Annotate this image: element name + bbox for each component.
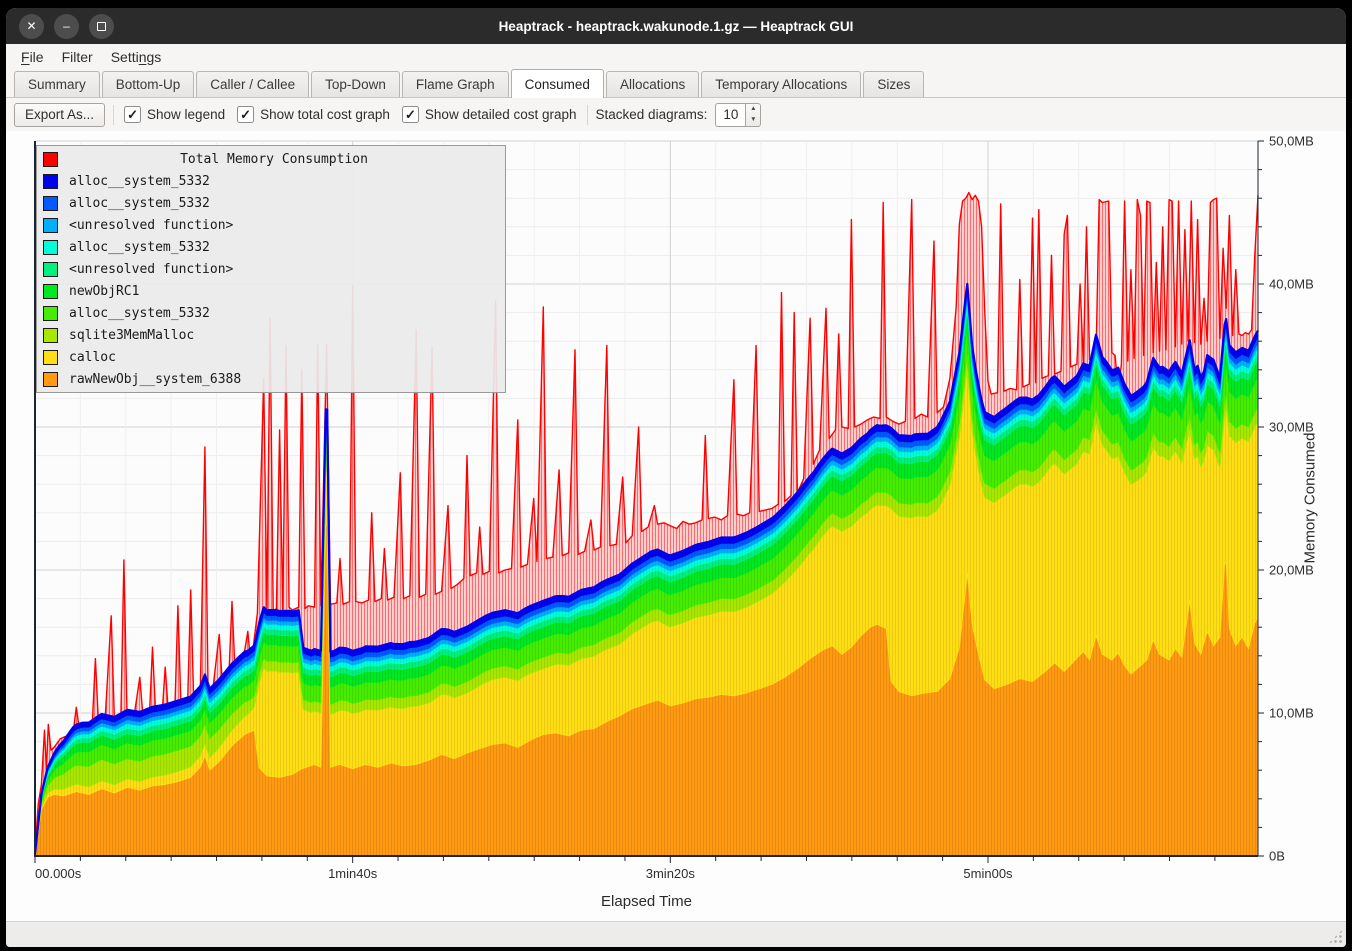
svg-text:1min40s: 1min40s bbox=[328, 866, 378, 881]
export-as-button[interactable]: Export As... bbox=[14, 103, 105, 127]
checkbox-label: Show legend bbox=[147, 107, 225, 122]
legend-label: alloc__system_5332 bbox=[69, 174, 210, 189]
close-icon: ✕ bbox=[26, 20, 36, 32]
legend-item: Total Memory Consumption bbox=[37, 148, 505, 170]
legend-item: <unresolved function> bbox=[37, 258, 505, 280]
legend-label: alloc__system_5332 bbox=[69, 306, 210, 321]
legend-swatch bbox=[43, 328, 58, 343]
tab-flame-graph[interactable]: Flame Graph bbox=[402, 71, 509, 97]
legend-swatch bbox=[43, 372, 58, 387]
legend-item: calloc bbox=[37, 346, 505, 368]
svg-text:20,0MB: 20,0MB bbox=[1269, 563, 1314, 578]
legend-item: sqlite3MemMalloc bbox=[37, 324, 505, 346]
statusbar bbox=[6, 921, 1346, 947]
y-axis-title: Memory Consumed bbox=[1302, 433, 1319, 564]
legend-label: sqlite3MemMalloc bbox=[69, 328, 194, 343]
chart-legend: Total Memory Consumption alloc__system_5… bbox=[36, 145, 506, 393]
checkbox-label: Show detailed cost graph bbox=[425, 107, 577, 122]
legend-swatch bbox=[43, 218, 58, 233]
stacked-diagrams-stepper[interactable]: 10 ▲ ▼ bbox=[715, 103, 761, 127]
stacked-diagrams-label: Stacked diagrams: bbox=[596, 107, 708, 122]
checkbox-checked-icon: ✓ bbox=[402, 106, 419, 123]
menu-file[interactable]: File bbox=[12, 47, 53, 67]
legend-item: alloc__system_5332 bbox=[37, 302, 505, 324]
tabbar: Summary Bottom-Up Caller / Callee Top-Do… bbox=[6, 69, 1346, 98]
legend-swatch bbox=[43, 174, 58, 189]
legend-label: newObjRC1 bbox=[69, 284, 139, 299]
toolbar: Export As... ✓ Show legend ✓ Show total … bbox=[6, 98, 1346, 131]
legend-swatch bbox=[43, 306, 58, 321]
tab-temporary-allocations[interactable]: Temporary Allocations bbox=[701, 71, 861, 97]
checkbox-checked-icon: ✓ bbox=[124, 106, 141, 123]
maximize-button[interactable] bbox=[89, 14, 114, 39]
checkbox-show-detailed-cost-graph[interactable]: ✓ Show detailed cost graph bbox=[400, 106, 579, 123]
legend-label: rawNewObj__system_6388 bbox=[69, 372, 241, 387]
checkbox-show-total-cost-graph[interactable]: ✓ Show total cost graph bbox=[235, 106, 392, 123]
spin-up-icon[interactable]: ▲ bbox=[746, 104, 760, 115]
memory-chart[interactable]: 00.000s 1min40s 3min20s 5min00s 0B 10,0MB 20,0… bbox=[6, 131, 1346, 921]
minimize-button[interactable]: – bbox=[54, 14, 79, 39]
stacked-diagrams-value[interactable]: 10 bbox=[715, 103, 745, 127]
spin-down-icon[interactable]: ▼ bbox=[746, 115, 760, 126]
menu-settings[interactable]: Settings bbox=[102, 47, 171, 67]
legend-label: <unresolved function> bbox=[69, 262, 233, 277]
svg-text:40,0MB: 40,0MB bbox=[1269, 277, 1314, 292]
legend-swatch bbox=[43, 350, 58, 365]
svg-text:00.000s: 00.000s bbox=[35, 866, 82, 881]
titlebar[interactable]: ✕ – Heaptrack - heaptrack.wakunode.1.gz … bbox=[6, 8, 1346, 44]
legend-label: alloc__system_5332 bbox=[69, 196, 210, 211]
legend-item: alloc__system_5332 bbox=[37, 236, 505, 258]
resize-grip-icon[interactable] bbox=[1328, 929, 1343, 944]
legend-label: alloc__system_5332 bbox=[69, 240, 210, 255]
checkbox-show-legend[interactable]: ✓ Show legend bbox=[122, 106, 227, 123]
checkbox-label: Show total cost graph bbox=[260, 107, 390, 122]
checkbox-checked-icon: ✓ bbox=[237, 106, 254, 123]
legend-swatch bbox=[43, 240, 58, 255]
legend-swatch bbox=[43, 196, 58, 211]
svg-text:5min00s: 5min00s bbox=[963, 866, 1013, 881]
tab-summary[interactable]: Summary bbox=[14, 71, 100, 97]
legend-item: <unresolved function> bbox=[37, 214, 505, 236]
window-title: Heaptrack - heaptrack.wakunode.1.gz — He… bbox=[6, 19, 1346, 34]
maximize-icon bbox=[97, 22, 106, 31]
legend-label: Total Memory Consumption bbox=[69, 152, 479, 167]
legend-swatch bbox=[43, 152, 58, 167]
legend-item: alloc__system_5332 bbox=[37, 170, 505, 192]
tab-sizes[interactable]: Sizes bbox=[863, 71, 924, 97]
legend-swatch bbox=[43, 262, 58, 277]
tab-top-down[interactable]: Top-Down bbox=[311, 71, 400, 97]
svg-text:50,0MB: 50,0MB bbox=[1269, 134, 1314, 149]
legend-item: alloc__system_5332 bbox=[37, 192, 505, 214]
tab-caller-callee[interactable]: Caller / Callee bbox=[196, 71, 309, 97]
svg-text:10,0MB: 10,0MB bbox=[1269, 706, 1314, 721]
legend-swatch bbox=[43, 284, 58, 299]
menubar: File Filter Settings bbox=[6, 44, 1346, 69]
toolbar-separator bbox=[587, 105, 588, 125]
close-button[interactable]: ✕ bbox=[19, 14, 44, 39]
tab-allocations[interactable]: Allocations bbox=[606, 71, 699, 97]
menu-filter[interactable]: Filter bbox=[53, 47, 102, 67]
svg-text:3min20s: 3min20s bbox=[646, 866, 696, 881]
legend-item: newObjRC1 bbox=[37, 280, 505, 302]
heaptrack-window: ✕ – Heaptrack - heaptrack.wakunode.1.gz … bbox=[6, 8, 1346, 947]
minimize-icon: – bbox=[63, 20, 70, 32]
tab-consumed[interactable]: Consumed bbox=[511, 69, 604, 98]
toolbar-separator bbox=[113, 105, 114, 125]
legend-item: rawNewObj__system_6388 bbox=[37, 368, 505, 390]
svg-text:0B: 0B bbox=[1269, 849, 1285, 864]
legend-label: calloc bbox=[69, 350, 116, 365]
tab-bottom-up[interactable]: Bottom-Up bbox=[102, 71, 195, 97]
legend-label: <unresolved function> bbox=[69, 218, 233, 233]
x-axis-title: Elapsed Time bbox=[35, 893, 1258, 910]
